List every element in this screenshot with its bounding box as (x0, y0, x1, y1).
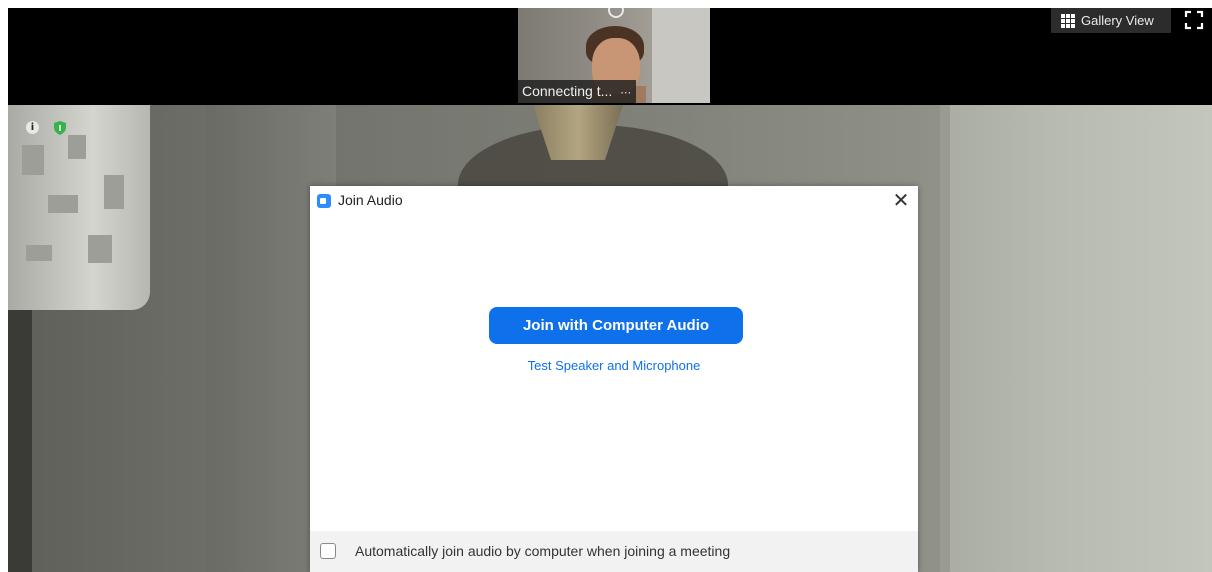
loading-icon: ⋯ (620, 87, 633, 99)
close-button[interactable]: ✕ (888, 188, 914, 212)
join-with-computer-audio-button[interactable]: Join with Computer Audio (489, 307, 743, 344)
zoom-meeting-window: Connecting t... ⋯ Gallery View i Join Au… (8, 8, 1212, 572)
gallery-view-label: Gallery View (1081, 13, 1154, 28)
gallery-view-button[interactable]: Gallery View (1051, 8, 1171, 33)
join-audio-dialog: Join Audio ✕ Join with Computer Audio Te… (310, 186, 918, 572)
shield-icon[interactable] (54, 121, 66, 135)
lamp-shade (8, 105, 150, 310)
dialog-titlebar: Join Audio ✕ (310, 186, 918, 214)
thumbnail-status-label: Connecting t... ⋯ (518, 80, 637, 103)
top-thumbnail-strip: Connecting t... ⋯ Gallery View (8, 8, 1212, 105)
zoom-icon (317, 194, 331, 208)
test-speaker-microphone-link[interactable]: Test Speaker and Microphone (310, 358, 918, 373)
dialog-footer: Automatically join audio by computer whe… (310, 531, 918, 572)
auto-join-audio-checkbox[interactable] (320, 543, 336, 559)
background-wall (940, 105, 1212, 572)
auto-join-audio-label[interactable]: Automatically join audio by computer whe… (355, 543, 730, 559)
lamp-stand (8, 310, 32, 572)
fullscreen-icon[interactable] (1184, 10, 1204, 30)
thumbnail-menu-icon (608, 8, 624, 18)
dialog-title: Join Audio (338, 192, 403, 208)
grid-icon (1061, 13, 1075, 28)
info-icon[interactable]: i (26, 121, 39, 134)
